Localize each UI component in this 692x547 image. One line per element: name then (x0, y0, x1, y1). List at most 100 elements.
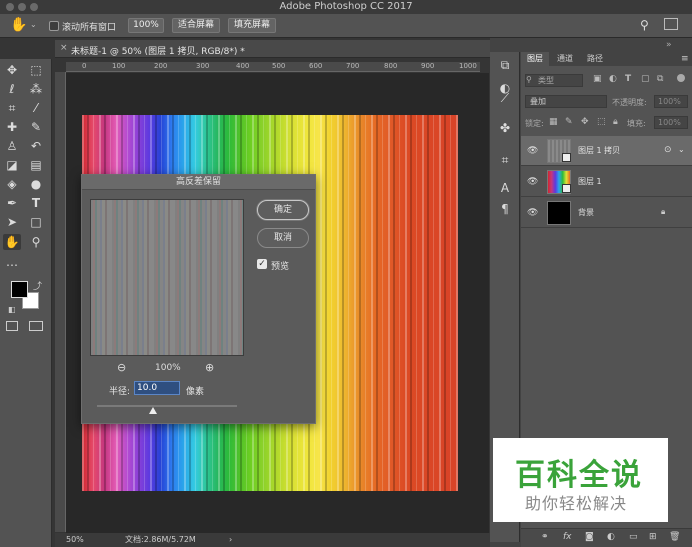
layer-filter-select[interactable]: 类型 (525, 74, 583, 87)
visibility-eye-icon[interactable]: 👁︎ (527, 146, 538, 156)
radius-slider-track[interactable] (97, 405, 237, 407)
filter-smart-object-icon[interactable]: ⧉ (657, 74, 663, 84)
character-panel-icon[interactable]: A (496, 180, 514, 196)
radius-slider-handle[interactable] (149, 407, 157, 414)
tools-panel: ✥ ⬚ ℓ ⁂ ⌗ ⁄ ✚ ✎ ♙ ↶ ◪ ▤ ◈ ● ✒ T ➤ □ ✋ ⚲ … (0, 59, 52, 547)
layer-name[interactable]: 背景 (578, 207, 594, 218)
adjustment-layer-icon[interactable]: ◐ (607, 532, 615, 542)
layer-name[interactable]: 图层 1 拷贝 (578, 145, 620, 156)
expand-chevron-icon[interactable]: ⌄ (678, 145, 685, 154)
minimize-window-icon[interactable] (18, 3, 26, 11)
lock-position-icon[interactable]: ✥ (581, 117, 589, 127)
blur-tool-icon[interactable]: ◈ (3, 176, 21, 192)
fit-screen-button[interactable]: 适合屏幕 (172, 18, 220, 33)
histogram-panel-icon[interactable]: ⟋ (496, 90, 514, 106)
lock-artboard-icon[interactable]: ⬚ (597, 117, 606, 127)
path-select-tool-icon[interactable]: ➤ (3, 214, 21, 230)
zoom-window-icon[interactable] (30, 3, 38, 11)
zoom-status[interactable]: 50% (66, 533, 84, 547)
close-tab-icon[interactable]: × (60, 43, 68, 53)
clone-stamp-tool-icon[interactable]: ♙ (3, 138, 21, 154)
scroll-all-windows-checkbox[interactable] (49, 21, 59, 31)
eyedropper-tool-icon[interactable]: ⁄ (27, 100, 45, 116)
crop-tool-icon[interactable]: ⌗ (3, 100, 21, 116)
lock-transparent-icon[interactable]: ▦ (549, 117, 558, 127)
layer-name[interactable]: 图层 1 (578, 176, 602, 187)
lock-all-icon[interactable]: 🔒︎ (613, 117, 618, 127)
close-window-icon[interactable] (6, 3, 14, 11)
default-colors-icon[interactable]: ◧ (8, 305, 16, 314)
eraser-tool-icon[interactable]: ◪ (3, 157, 21, 173)
type-tool-icon[interactable]: T (27, 195, 45, 211)
visibility-eye-icon[interactable]: 👁︎ (527, 177, 538, 187)
swap-colors-icon[interactable]: ⤴ (33, 279, 42, 292)
filter-adjustment-icon[interactable]: ◐ (609, 74, 617, 84)
status-menu-chevron-icon[interactable]: › (229, 533, 232, 547)
new-layer-icon[interactable]: ⊞ (649, 532, 657, 542)
move-tool-icon[interactable]: ✥ (3, 62, 21, 78)
libraries-panel-icon[interactable]: ⧉ (496, 57, 514, 73)
filter-preview[interactable] (90, 199, 244, 356)
group-folder-icon[interactable]: ▭ (629, 532, 638, 542)
tab-layers[interactable]: 图层 (521, 52, 549, 66)
dodge-tool-icon[interactable]: ● (27, 176, 45, 192)
preview-checkbox[interactable]: ✓ (257, 259, 267, 269)
visibility-eye-icon[interactable]: 👁︎ (527, 208, 538, 218)
layers-footer: ⚭ fx ◙ ◐ ▭ ⊞ 🗑︎ (521, 528, 692, 547)
panel-menu-icon[interactable]: ≡ (681, 54, 689, 64)
tab-paths[interactable]: 路径 (581, 52, 609, 66)
zoom-100-button[interactable]: 100% (128, 18, 164, 33)
paragraph-panel-icon[interactable]: ¶ (496, 201, 514, 217)
filter-type-icon[interactable]: T (625, 74, 631, 84)
radius-label: 半径: (109, 387, 131, 397)
add-mask-icon[interactable]: ◙ (585, 532, 594, 542)
screen-mode-icon[interactable] (29, 321, 43, 331)
filter-shape-icon[interactable]: ▢ (641, 74, 650, 84)
filter-toggle-icon[interactable] (677, 74, 685, 82)
marquee-tool-icon[interactable]: ⬚ (27, 62, 45, 78)
ok-button[interactable]: 确定 (257, 200, 309, 220)
tab-channels[interactable]: 通道 (551, 52, 579, 66)
blend-mode-select[interactable]: 叠加 (525, 95, 607, 108)
fill-screen-button[interactable]: 填充屏幕 (228, 18, 276, 33)
link-layers-icon[interactable]: ⚭ (541, 532, 549, 542)
history-brush-tool-icon[interactable]: ↶ (27, 138, 45, 154)
zoom-in-icon[interactable]: ⊕ (205, 361, 214, 374)
quick-select-tool-icon[interactable]: ⁂ (27, 81, 45, 97)
radius-input[interactable]: 10.0 (134, 381, 180, 395)
search-icon[interactable]: ⚲ (640, 18, 649, 32)
fill-input[interactable]: 100% (654, 116, 688, 129)
smart-filter-icon[interactable]: ⊙ (664, 145, 672, 155)
layer-row-background[interactable]: 👁︎ 背景 🔒︎ (521, 198, 692, 228)
watermark: 百科全说 助你轻松解决 (493, 438, 668, 522)
foreground-color-swatch[interactable] (11, 281, 28, 298)
layer-row-copy[interactable]: 👁︎ 图层 1 拷贝 ⊙ ⌄ (521, 136, 692, 166)
healing-brush-tool-icon[interactable]: ✚ (3, 119, 21, 135)
collapse-panels-icon[interactable]: » (666, 40, 672, 50)
cancel-button[interactable]: 取消 (257, 228, 309, 248)
pen-tool-icon[interactable]: ✒ (3, 195, 21, 211)
crop-panel-icon[interactable]: ⌗ (496, 152, 514, 168)
delete-layer-icon[interactable]: 🗑︎ (669, 532, 680, 542)
hand-tool-icon[interactable]: ✋ (10, 17, 27, 33)
title-bar: Adobe Photoshop CC 2017 (0, 0, 692, 14)
puzzle-panel-icon[interactable]: ✤ (496, 120, 514, 136)
more-tools-icon[interactable]: ⋯ (3, 257, 21, 273)
layer-style-icon[interactable]: fx (563, 532, 572, 542)
opacity-input[interactable]: 100% (654, 95, 688, 108)
hand-tool-active-icon[interactable]: ✋ (3, 234, 21, 250)
brush-tool-icon[interactable]: ✎ (27, 119, 45, 135)
tool-preset-chevron-icon[interactable]: ⌄ (30, 20, 37, 29)
lock-pixels-icon[interactable]: ✎ (565, 117, 573, 127)
zoom-tool-icon[interactable]: ⚲ (27, 234, 45, 250)
rectangle-tool-icon[interactable]: □ (27, 214, 45, 230)
ruler-mark: 100 (112, 62, 126, 70)
zoom-out-icon[interactable]: ⊖ (117, 361, 126, 374)
filter-pixel-icon[interactable]: ▣ (593, 74, 602, 84)
workspace-icon[interactable] (664, 18, 678, 30)
document-tab[interactable]: × 未标题-1 @ 50% (图层 1 拷贝, RGB/8*) * (55, 40, 490, 58)
quick-mask-icon[interactable] (6, 321, 18, 331)
layer-row-layer1[interactable]: 👁︎ 图层 1 (521, 167, 692, 197)
gradient-tool-icon[interactable]: ▤ (27, 157, 45, 173)
lasso-tool-icon[interactable]: ℓ (3, 81, 21, 97)
